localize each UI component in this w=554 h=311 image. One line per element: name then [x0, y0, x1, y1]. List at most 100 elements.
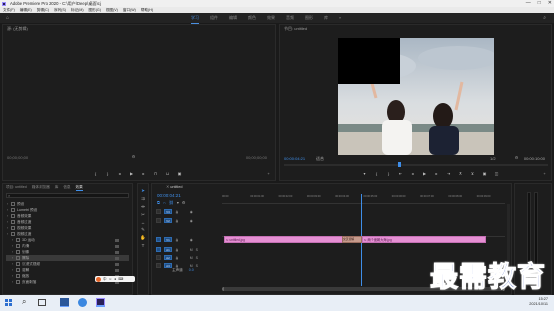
solo-icon[interactable]: S	[196, 264, 198, 268]
master-volume[interactable]: 0.0	[189, 268, 194, 272]
tab-color[interactable]: 颜色	[248, 13, 256, 24]
source-patch-toggle[interactable]	[156, 209, 161, 214]
video-clip-1[interactable]: fx untitled.jpg	[224, 236, 350, 243]
effects-search-bar[interactable]: ⌕	[6, 193, 129, 198]
mark-out-icon[interactable]: }	[105, 171, 110, 176]
ime-voice-icon[interactable]: ●	[114, 277, 116, 281]
minimize-button[interactable]: —	[526, 0, 531, 7]
add-button-icon[interactable]: +	[266, 171, 271, 176]
source-patch-toggle[interactable]	[156, 247, 161, 252]
source-patch-toggle[interactable]	[156, 237, 161, 242]
play-icon[interactable]: ▶	[422, 171, 427, 176]
timeline-tab[interactable]: ✕ untitled	[152, 184, 511, 191]
timeline-ruler[interactable]: 00:00 00:00:01:00 00:00:02:00 00:00:03:00 00…	[222, 194, 505, 204]
tab-more[interactable]: »	[339, 13, 341, 24]
linked-selection-icon[interactable]: ⛓	[169, 200, 174, 205]
source-patch-toggle[interactable]	[156, 255, 161, 260]
track-target-toggle[interactable]: V2	[164, 218, 172, 223]
lock-icon[interactable]: 🔒	[175, 256, 179, 260]
lock-icon[interactable]: 🔒	[175, 248, 179, 252]
tab-audio[interactable]: 音频	[286, 13, 294, 24]
step-forward-icon[interactable]: ▸	[141, 171, 146, 176]
track-target-toggle[interactable]: A1	[164, 247, 172, 252]
track-target-toggle[interactable]: V1	[164, 237, 172, 242]
tab-libraries[interactable]: 库	[324, 13, 328, 24]
tab-project[interactable]: 项目: untitled	[6, 184, 27, 191]
text-tool-icon[interactable]: T	[142, 243, 145, 248]
ime-toolbar[interactable]: 中 ☺ ● ⌨	[95, 276, 135, 282]
ime-keyboard-icon[interactable]: ⌨	[118, 277, 123, 281]
search-icon[interactable]: ⌕	[543, 15, 546, 21]
ime-emoji-icon[interactable]: ☺	[109, 277, 113, 281]
mark-in-icon[interactable]: {	[93, 171, 98, 176]
track-target-toggle[interactable]: A3	[164, 263, 172, 268]
overwrite-icon[interactable]: ⊔	[165, 171, 170, 176]
add-button-icon[interactable]: +	[542, 171, 547, 176]
ime-lang-indicator[interactable]: 中	[103, 277, 107, 282]
mark-in-point-icon[interactable]: {	[374, 171, 379, 176]
tab-assembly[interactable]: 组件	[210, 13, 218, 24]
step-back-icon[interactable]: ◂	[410, 171, 415, 176]
go-to-out-icon[interactable]: ⇥	[446, 171, 451, 176]
tab-effects[interactable]: 效果	[75, 184, 83, 191]
program-playhead[interactable]	[397, 162, 401, 167]
maximize-button[interactable]: □	[538, 0, 541, 7]
tab-libraries[interactable]: 库	[55, 184, 59, 191]
program-timecode[interactable]: 00:00:04:21	[284, 156, 305, 161]
mark-in-icon[interactable]: ▾	[362, 171, 367, 176]
clock-date[interactable]: 2021/10/11	[529, 302, 548, 307]
pen-tool-icon[interactable]: ✎	[141, 227, 145, 233]
close-button[interactable]: ✕	[548, 0, 552, 7]
word-app-icon[interactable]	[60, 298, 69, 307]
mark-out-point-icon[interactable]: }	[386, 171, 391, 176]
snap-icon[interactable]: ∩	[163, 200, 166, 205]
eye-icon[interactable]: ◉	[190, 219, 193, 223]
start-windows-icon[interactable]	[5, 299, 12, 306]
eye-icon[interactable]: ◉	[190, 238, 193, 242]
solo-icon[interactable]: S	[196, 256, 198, 260]
task-view-icon[interactable]	[38, 299, 46, 306]
mute-icon[interactable]: M	[190, 256, 193, 260]
premiere-app-icon[interactable]	[96, 298, 105, 307]
wrench-icon[interactable]: ⚙	[514, 155, 519, 160]
lock-icon[interactable]: 🔒	[175, 238, 179, 242]
track-target-toggle[interactable]: V3	[164, 209, 172, 214]
quality-dropdown[interactable]: 1/2	[490, 156, 496, 161]
home-icon[interactable]: ⌂	[6, 15, 9, 21]
eye-icon[interactable]: ◉	[190, 210, 193, 214]
video-clip-2[interactable]: fx 两个面朝大海.jpg	[362, 236, 486, 243]
tab-effects[interactable]: 效果	[267, 13, 275, 24]
insert-icon[interactable]: ⊓	[153, 171, 158, 176]
fit-dropdown[interactable]: 适合	[316, 156, 324, 162]
add-marker-icon[interactable]: ▾	[177, 200, 179, 205]
export-frame-icon[interactable]: ▣	[177, 171, 182, 176]
go-to-in-icon[interactable]: ⇤	[398, 171, 403, 176]
tab-learn[interactable]: 学习	[191, 13, 199, 24]
cross-dissolve-transition[interactable]: 交叉溶解	[342, 236, 362, 243]
tab-editing[interactable]: 编辑	[229, 13, 237, 24]
tab-info[interactable]: 信息	[63, 184, 70, 191]
razor-tool-icon[interactable]: ✂	[141, 212, 145, 218]
tab-media-browser[interactable]: 媒体浏览器	[32, 184, 50, 191]
solo-icon[interactable]: S	[196, 248, 198, 252]
step-forward-icon[interactable]: ▸	[434, 171, 439, 176]
extract-icon[interactable]: ⊻	[470, 171, 475, 176]
track-target-toggle[interactable]: A2	[164, 255, 172, 260]
slip-tool-icon[interactable]: ↔	[141, 220, 146, 225]
taskbar-search-icon[interactable]: ⌕	[22, 297, 26, 307]
lock-icon[interactable]: 🔒	[175, 264, 179, 268]
timeline-timecode[interactable]: 00:00:04:21	[157, 193, 181, 198]
step-back-icon[interactable]: ◂	[117, 171, 122, 176]
hand-tool-icon[interactable]: ✋	[140, 235, 146, 241]
mute-icon[interactable]: M	[190, 248, 193, 252]
settings-wrench-icon[interactable]: ⚙	[182, 200, 186, 205]
program-scrub-bar[interactable]	[284, 162, 548, 167]
browser-app-icon[interactable]	[78, 298, 87, 307]
source-patch-toggle[interactable]	[156, 218, 161, 223]
source-patch-toggle[interactable]	[156, 263, 161, 268]
comparison-view-icon[interactable]: ◫	[494, 171, 499, 176]
tab-graphics[interactable]: 图形	[305, 13, 313, 24]
ripple-edit-icon[interactable]: ⇹	[141, 204, 145, 210]
mute-icon[interactable]: M	[190, 264, 193, 268]
lift-icon[interactable]: ⊼	[458, 171, 463, 176]
